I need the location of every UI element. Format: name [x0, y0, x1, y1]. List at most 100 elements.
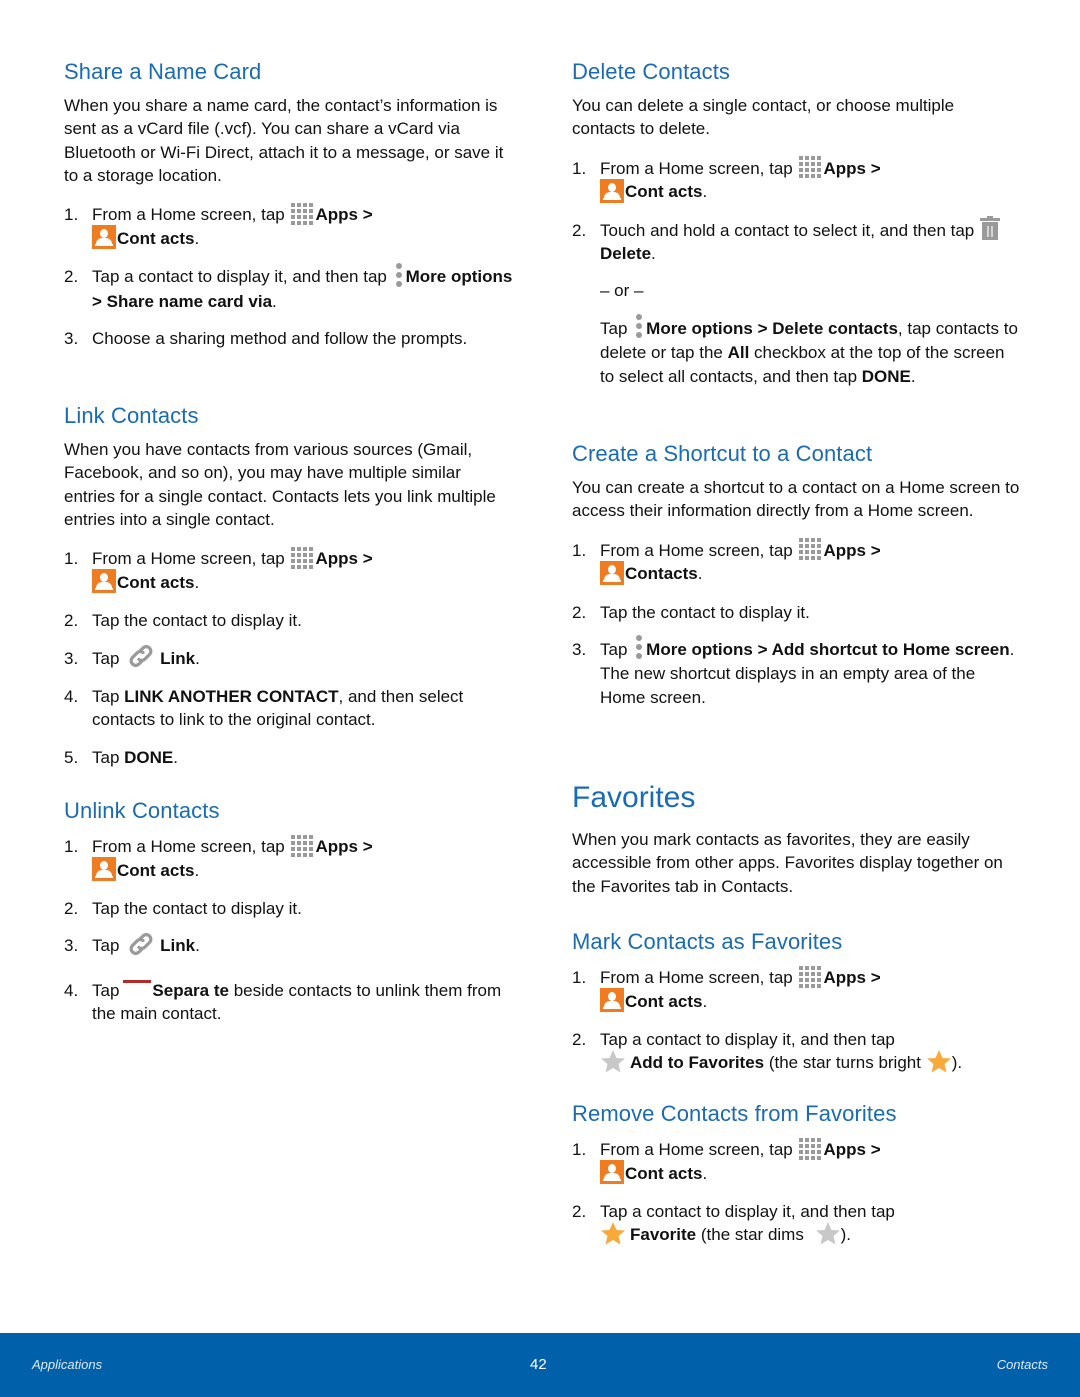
separate-label: Separa te	[152, 980, 229, 1000]
step-number: 3.	[572, 639, 587, 659]
contacts-person-icon	[92, 857, 116, 882]
step-text: (the star dims	[696, 1225, 809, 1245]
section-heading: Link Contacts	[64, 403, 199, 428]
step-item: 2. Tap the contact to display it.	[64, 897, 514, 920]
step-item: 1. From a Home screen, tap Apps > Cont a…	[64, 834, 514, 883]
step-item: 4. Tap LINK ANOTHER CONTACT, and then se…	[64, 685, 514, 732]
menu-path: More options > Delete contacts	[646, 318, 898, 338]
step-item: 2. Tap the contact to display it.	[572, 601, 1022, 624]
step-text: Tap	[92, 648, 120, 668]
section-heading: Create a Shortcut to a Contact	[572, 441, 873, 466]
punctuation: .	[272, 291, 277, 311]
punctuation: .	[702, 991, 708, 1011]
step-item: 2. Tap a contact to display it, and then…	[64, 262, 514, 313]
step-item: 1. From a Home screen, tap Apps > Cont a…	[572, 965, 1022, 1014]
step-text: Tap the contact to display it.	[600, 602, 810, 622]
step-text: From a Home screen, tap	[92, 837, 285, 856]
step-number: 2.	[64, 611, 79, 631]
steps-list: 1. From a Home screen, tap Apps > Cont a…	[64, 546, 514, 769]
contacts-label: Cont acts	[625, 1163, 703, 1183]
button-label: DONE	[861, 366, 911, 386]
button-label: DONE	[124, 747, 174, 767]
step-number: 2.	[572, 1202, 587, 1222]
punctuation: .	[702, 182, 708, 202]
breadcrumb-separator: >	[865, 158, 881, 178]
page-footer: Applications 42 Contacts	[0, 1333, 1080, 1397]
punctuation: .	[195, 648, 200, 668]
step-text: (the star turns bright	[764, 1053, 926, 1073]
punctuation: .	[702, 1163, 708, 1183]
apps-label: Apps	[823, 1140, 866, 1159]
step-text: Tap	[92, 747, 125, 767]
step-item: 3. Tap More options > Add shortcut to Ho…	[572, 635, 1022, 709]
contacts-person-icon	[600, 560, 624, 585]
section-intro: When you share a name card, the contact’…	[64, 96, 504, 185]
punctuation: .	[194, 860, 200, 880]
steps-list: 1. From a Home screen, tap Apps > Cont a…	[572, 1137, 1022, 1248]
step-item: 1. From a Home screen, tap Apps > Cont a…	[64, 202, 514, 251]
step-item: 3. Tap Link.	[64, 645, 514, 672]
contacts-person-icon	[600, 1160, 624, 1185]
step-number: 2.	[572, 220, 587, 240]
step-text: Tap a contact to display it, and then ta…	[92, 267, 387, 287]
step-number: 4.	[64, 980, 79, 1000]
punctuation: .	[194, 572, 200, 592]
section-intro: When you have contacts from various sour…	[64, 440, 496, 529]
step-number: 1.	[64, 205, 79, 225]
step-number: 2.	[572, 1030, 587, 1050]
step-item: 2. Tap a contact to display it, and then…	[572, 1028, 1022, 1076]
step-item: 1. From a Home screen, tap Apps > Contac…	[572, 538, 1022, 587]
contacts-person-icon	[92, 569, 116, 594]
delete-label: Delete	[600, 244, 652, 264]
step-text: Tap	[600, 318, 628, 338]
section-delete-contacts: Delete Contacts You can delete a single …	[572, 58, 1022, 388]
steps-list: 1. From a Home screen, tap Apps > Cont a…	[64, 202, 514, 350]
more-options-icon	[635, 635, 643, 660]
punctuation: .	[697, 564, 703, 584]
apps-grid-icon	[291, 202, 314, 225]
apps-grid-icon	[799, 1137, 822, 1160]
step-number: 3.	[64, 329, 79, 349]
step-number: 3.	[64, 648, 79, 668]
link-chain-icon	[128, 932, 154, 956]
contacts-person-icon	[92, 225, 116, 250]
footer-section: Contacts	[996, 1357, 1048, 1372]
menu-path: More options > Add shortcut to Home scre…	[646, 639, 1010, 659]
step-text: From a Home screen, tap	[600, 968, 793, 987]
checkbox-label: All	[727, 343, 750, 363]
link-label: Link	[160, 936, 196, 956]
section-share-name-card: Share a Name Card When you share a name …	[64, 58, 514, 364]
contacts-person-icon	[600, 988, 624, 1013]
apps-grid-icon	[291, 834, 314, 857]
step-number: 1.	[64, 549, 79, 569]
step-text: Tap the contact to display it.	[92, 899, 302, 919]
alternative-step: Tap More options > Delete contacts, tap …	[600, 314, 1022, 388]
step-number: 4.	[64, 687, 79, 707]
step-item: 1. From a Home screen, tap Apps > Cont a…	[572, 156, 1022, 205]
step-text: Tap	[600, 639, 628, 659]
step-text: From a Home screen, tap	[600, 540, 793, 560]
or-separator: – or –	[600, 281, 644, 301]
step-item: 1. From a Home screen, tap Apps > Cont a…	[572, 1137, 1022, 1186]
section-intro: You can create a shortcut to a contact o…	[572, 478, 1020, 521]
step-item: 3. Tap Link.	[64, 932, 514, 959]
step-text: From a Home screen, tap	[600, 1140, 793, 1159]
star-dim-icon	[815, 1221, 841, 1245]
more-options-icon	[395, 262, 403, 287]
step-text: From a Home screen, tap	[600, 158, 793, 178]
contacts-label: Cont acts	[625, 182, 703, 202]
step-item: 5. Tap DONE.	[64, 746, 514, 769]
step-item: 4. Tap Separa te beside contacts to unlin…	[64, 979, 514, 1026]
step-number: 1.	[572, 540, 587, 560]
apps-grid-icon	[291, 546, 314, 569]
step-number: 3.	[64, 936, 79, 956]
section-mark-favorites: Mark Contacts as Favorites 1. From a Hom…	[572, 928, 1022, 1090]
step-number: 5.	[64, 747, 79, 767]
breadcrumb-separator: >	[865, 540, 881, 560]
step-text: Tap a contact to display it, and then ta…	[600, 1030, 895, 1050]
step-text: From a Home screen, tap	[92, 549, 285, 569]
punctuation: .	[195, 936, 200, 956]
contacts-person-icon	[600, 178, 624, 203]
step-text: Touch and hold a contact to select it, a…	[600, 220, 975, 240]
steps-list: 1. From a Home screen, tap Apps > Cont a…	[572, 156, 1022, 388]
